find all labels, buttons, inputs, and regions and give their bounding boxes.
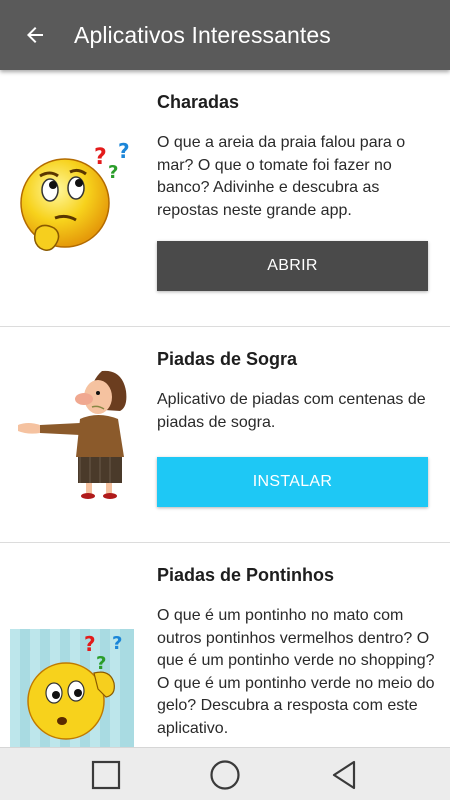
svg-text:?: ? <box>96 653 106 674</box>
app-title: Piadas de Sogra <box>157 349 298 369</box>
mother-in-law-cartoon-icon <box>10 365 140 501</box>
app-description: Aplicativo de piadas com centenas de pia… <box>157 391 426 431</box>
svg-text:?: ? <box>108 162 118 183</box>
app-list: ? ? ? Charadas O que a areia da praia fa… <box>0 70 450 747</box>
app-bar: Aplicativos Interessantes <box>0 0 450 70</box>
thinking-emoji-icon: ? ? ? <box>10 138 140 268</box>
back-button[interactable] <box>0 0 70 70</box>
app-title: Piadas de Pontinhos <box>157 565 335 585</box>
nav-back-button[interactable] <box>310 748 380 800</box>
svg-text:?: ? <box>94 145 107 170</box>
triangle-back-icon <box>332 760 356 789</box>
app-description: O que é um pontinho no mato com outros p… <box>157 607 435 737</box>
app-title: Charadas <box>157 92 240 112</box>
system-nav-bar <box>0 747 450 800</box>
app-card-piadas-de-sogra: Piadas de Sogra Aplicativo de piadas com… <box>0 327 450 543</box>
arrow-left-icon <box>27 27 43 43</box>
home-button[interactable] <box>190 748 260 800</box>
page-title: Aplicativos Interessantes <box>74 21 331 48</box>
confused-emoji-icon: ? ? ? <box>10 629 134 747</box>
app-card-charadas: ? ? ? Charadas O que a areia da praia fa… <box>0 70 450 327</box>
recents-button[interactable] <box>71 748 141 800</box>
app-description: O que a areia da praia falou para o mar?… <box>157 134 406 219</box>
open-button[interactable]: ABRIR <box>157 241 428 291</box>
svg-text:?: ? <box>118 139 130 163</box>
app-card-piadas-de-pontinhos: ? ? ? Piadas de Pontinhos O que é um pon… <box>0 543 450 747</box>
svg-text:?: ? <box>84 632 96 656</box>
install-button[interactable]: INSTALAR <box>157 457 428 507</box>
circle-icon <box>210 759 240 790</box>
square-icon <box>91 760 121 789</box>
svg-text:?: ? <box>112 633 122 654</box>
